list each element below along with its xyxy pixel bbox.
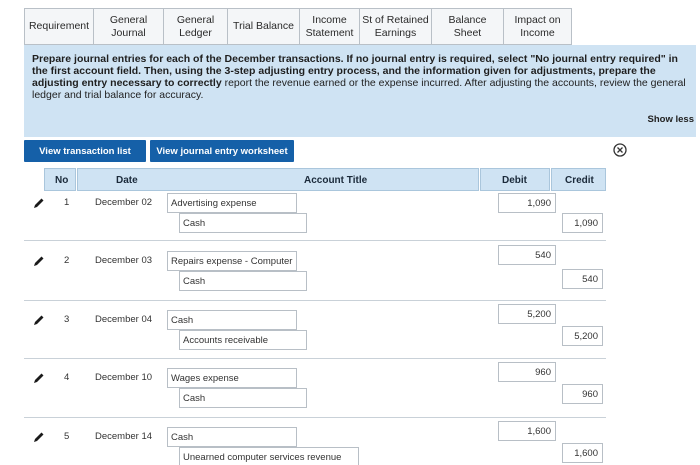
tab-label: Impact on [514,13,561,26]
header-no: No [55,175,69,186]
debit-amount-field[interactable]: 540 [498,245,556,265]
credit-amount-field[interactable]: 5,200 [562,326,603,346]
credit-account-field[interactable]: Cash [179,271,307,291]
credit-account-field[interactable]: Unearned computer services revenue [179,447,359,465]
pencil-edit-icon[interactable] [33,255,45,267]
debit-account-field[interactable]: Advertising expense [167,193,297,213]
debit-account-field[interactable]: Wages expense [167,368,297,388]
view-transaction-list-button[interactable]: View transaction list [24,140,146,162]
header-debit-cell: Debit [480,168,550,191]
credit-amount-field[interactable]: 1,600 [562,443,603,463]
pencil-edit-icon[interactable] [33,197,45,209]
show-less-link[interactable]: Show less [648,114,694,125]
tab-label: Ledger [179,26,212,39]
tab-label: Trial Balance [233,20,294,32]
credit-amount-field[interactable]: 960 [562,384,603,404]
header-no-cell: No [44,168,76,191]
pencil-edit-icon[interactable] [33,314,45,326]
tab-label: Income [520,26,555,39]
credit-account-field[interactable]: Accounts receivable [179,330,307,350]
row-date: December 02 [95,197,153,208]
pencil-edit-icon[interactable] [33,431,45,443]
header-date: Date [116,175,138,186]
debit-amount-field[interactable]: 960 [498,362,556,382]
credit-amount-field[interactable]: 540 [562,269,603,289]
header-account-title: Account Title [304,175,368,186]
close-circle-icon[interactable] [613,143,627,157]
tab-label: Journal [111,26,146,39]
debit-amount-field[interactable]: 1,600 [498,421,556,441]
tab-income-statement[interactable]: Income Statement [300,8,360,45]
tab-label: Requirement [28,20,90,32]
row-number: 3 [64,314,70,325]
row-divider [24,300,606,301]
row-date: December 04 [95,314,153,325]
row-date: December 03 [95,255,153,266]
row-divider [24,240,606,241]
tab-general-ledger[interactable]: General Ledger [164,8,228,45]
tab-trial-balance[interactable]: Trial Balance [228,8,300,45]
tab-requirement[interactable]: Requirement [24,8,94,45]
debit-account-field[interactable]: Cash [167,310,297,330]
debit-amount-field[interactable]: 5,200 [498,304,556,324]
tab-label: General [109,13,148,26]
debit-account-field[interactable]: Repairs expense - Computer [167,251,297,271]
debit-account-field[interactable]: Cash [167,427,297,447]
row-number: 2 [64,255,70,266]
row-number: 5 [64,431,70,442]
tab-balance-sheet[interactable]: Balance Sheet [432,8,504,45]
credit-amount-field[interactable]: 1,090 [562,213,603,233]
tab-label: Earnings [374,26,417,39]
tab-label: Income [312,13,347,26]
tab-label: Statement [305,26,354,39]
header-account-cell: Date Account Title [77,168,479,191]
row-number: 1 [64,197,70,208]
header-credit: Credit [565,175,594,186]
tab-retained-earnings[interactable]: St of Retained Earnings [360,8,432,45]
credit-account-field[interactable]: Cash [179,213,307,233]
tab-bar: Requirement General Journal General Ledger… [24,8,572,45]
instructions-panel: Prepare journal entries for each of the … [24,45,696,137]
view-journal-entry-worksheet-button[interactable]: View journal entry worksheet [150,140,294,162]
tab-label: General [176,13,215,26]
row-date: December 14 [95,431,153,442]
row-divider [24,417,606,418]
debit-amount-field[interactable]: 1,090 [498,193,556,213]
tab-impact-on-income[interactable]: Impact on Income [504,8,572,45]
tab-label: Balance Sheet [448,13,487,39]
header-credit-cell: Credit [551,168,606,191]
tab-general-journal[interactable]: General Journal [94,8,164,45]
row-date: December 10 [95,372,153,383]
row-number: 4 [64,372,70,383]
credit-account-field[interactable]: Cash [179,388,307,408]
tab-label: St of Retained [362,13,429,26]
instructions-text: Prepare journal entries for each of the … [32,53,688,101]
pencil-edit-icon[interactable] [33,372,45,384]
header-debit: Debit [502,175,527,186]
row-divider [24,358,606,359]
